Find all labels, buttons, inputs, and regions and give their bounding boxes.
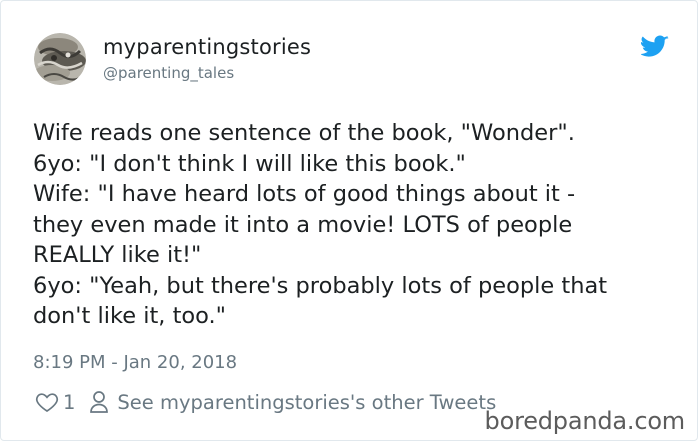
person-icon xyxy=(90,391,109,413)
tweet-line: don't like it, too." xyxy=(33,303,227,329)
tweet-line: they even made it into a movie! LOTS of … xyxy=(33,211,573,238)
tweet-line: Wife: "I have heard lots of good things … xyxy=(33,181,576,207)
tweet-timestamp[interactable]: 8:19 PM - Jan 20, 2018 xyxy=(33,352,237,373)
avatar[interactable] xyxy=(34,33,86,85)
twitter-bird-icon[interactable] xyxy=(641,34,669,60)
display-name[interactable]: myparentingstories xyxy=(103,35,311,59)
tweet-line: 6yo: "I don't think I will like this boo… xyxy=(33,150,466,177)
tweet-line: REALLY like it!" xyxy=(33,242,202,268)
other-tweets-link[interactable]: See myparentingstories's other Tweets xyxy=(117,391,496,414)
tweet-line: Wife reads one sentence of the book, "Wo… xyxy=(33,120,575,146)
avatar-image xyxy=(34,33,86,85)
tweet-line: 6yo: "Yeah, but there's probably lots of… xyxy=(33,272,608,299)
like-count: 1 xyxy=(63,390,76,414)
user-handle[interactable]: @parenting_tales xyxy=(103,64,234,82)
tweet-actions: 1 See myparentingstories's other Tweets xyxy=(35,389,496,415)
tweet-card: myparentingstories @parenting_tales Wife… xyxy=(0,0,698,441)
heart-icon[interactable] xyxy=(35,390,59,414)
watermark: boredpanda.com xyxy=(484,407,686,435)
tweet-text: Wife reads one sentence of the book, "Wo… xyxy=(33,118,683,332)
